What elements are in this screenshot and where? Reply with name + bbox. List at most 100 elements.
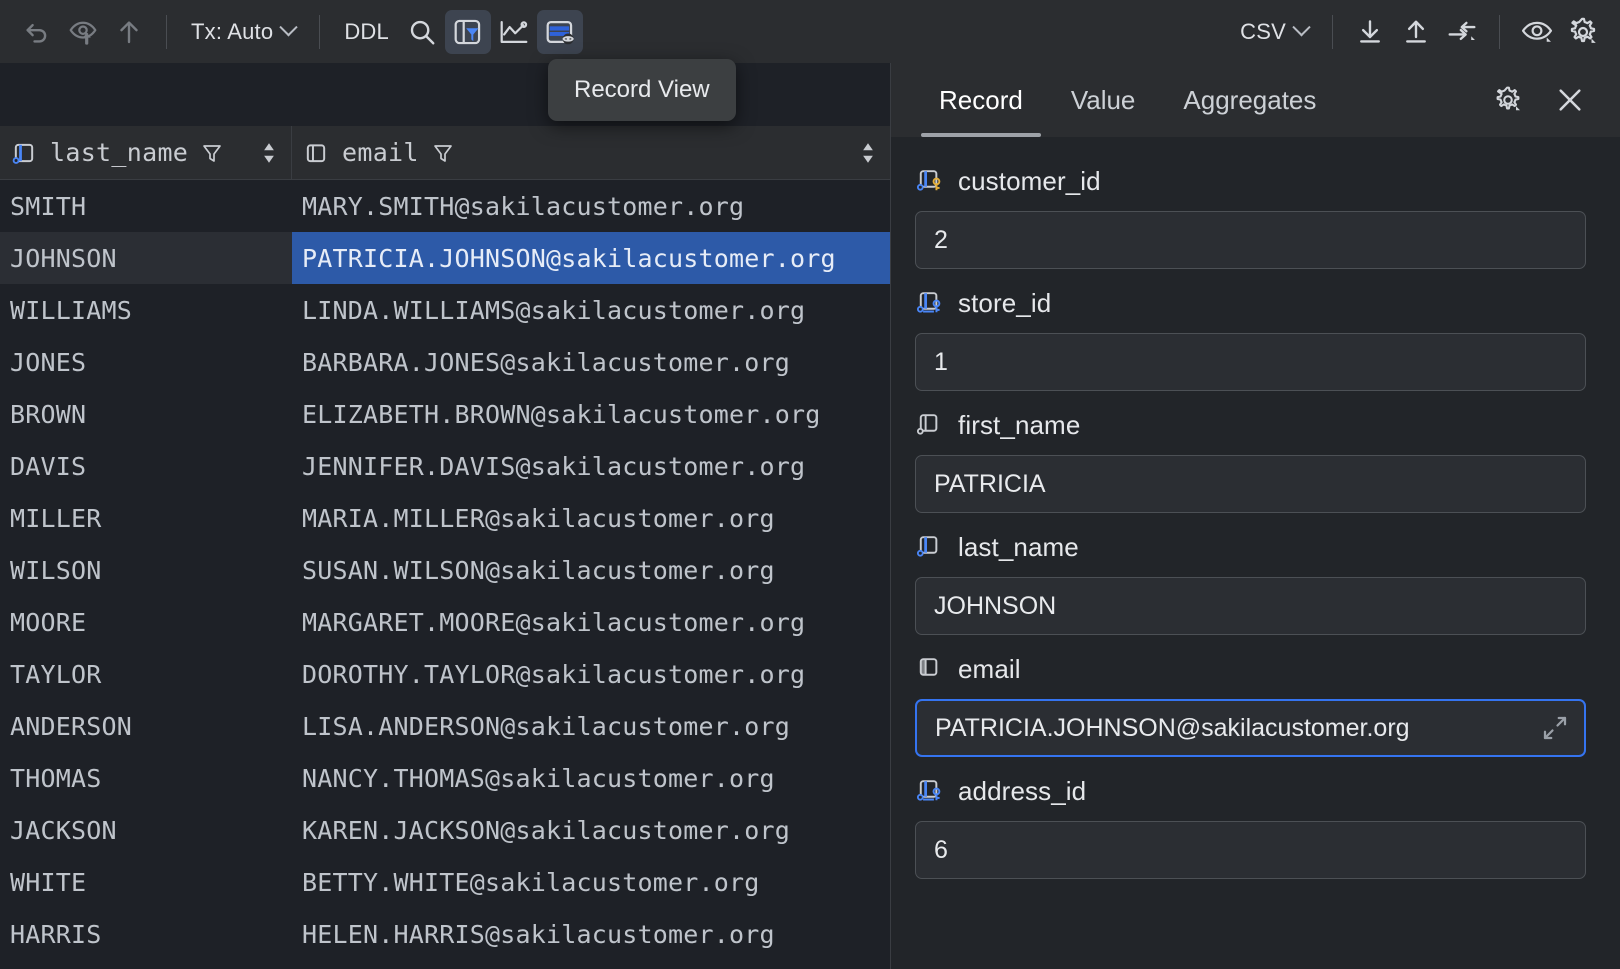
record-panel-tabbar: Record Value Aggregates bbox=[891, 63, 1620, 137]
cell-email[interactable]: KAREN.JACKSON@sakilacustomer.org bbox=[292, 804, 890, 856]
table-row[interactable]: SMITHMARY.SMITH@sakilacustomer.org bbox=[0, 180, 890, 232]
record-field-input-address-id[interactable]: 6 bbox=[915, 821, 1586, 879]
cell-email[interactable]: LINDA.WILLIAMS@sakilacustomer.org bbox=[292, 284, 890, 336]
table-row[interactable]: BROWNELIZABETH.BROWN@sakilacustomer.org bbox=[0, 388, 890, 440]
revert-changes-icon[interactable] bbox=[60, 10, 106, 54]
cell-last-name[interactable]: JONES bbox=[0, 336, 292, 388]
cell-last-name[interactable]: THOMAS bbox=[0, 752, 292, 804]
record-field-input-customer-id[interactable]: 2 bbox=[915, 211, 1586, 269]
main-toolbar: Tx: Auto DDL bbox=[0, 0, 1620, 63]
record-field-value: PATRICIA bbox=[934, 470, 1046, 499]
ddl-button[interactable]: DDL bbox=[334, 10, 399, 54]
cell-email[interactable]: JENNIFER.DAVIS@sakilacustomer.org bbox=[292, 440, 890, 492]
record-field-value: 6 bbox=[934, 836, 948, 865]
record-field-input-last-name[interactable]: JOHNSON bbox=[915, 577, 1586, 635]
tab-aggregates[interactable]: Aggregates bbox=[1159, 63, 1340, 137]
cell-email[interactable]: HELEN.HARRIS@sakilacustomer.org bbox=[292, 908, 890, 960]
submit-changes-button[interactable] bbox=[106, 10, 152, 54]
expand-editor-icon[interactable] bbox=[1540, 713, 1570, 743]
table-row[interactable]: ANDERSONLISA.ANDERSON@sakilacustomer.org bbox=[0, 700, 890, 752]
cell-last-name[interactable]: WILLIAMS bbox=[0, 284, 292, 336]
column-icon bbox=[915, 410, 945, 440]
cell-email[interactable]: NANCY.THOMAS@sakilacustomer.org bbox=[292, 752, 890, 804]
cell-email[interactable]: MARGARET.MOORE@sakilacustomer.org bbox=[292, 596, 890, 648]
cell-email[interactable]: ELIZABETH.BROWN@sakilacustomer.org bbox=[292, 388, 890, 440]
table-row[interactable]: HARRISHELEN.HARRIS@sakilacustomer.org bbox=[0, 908, 890, 960]
export-format-dropdown[interactable]: CSV bbox=[1230, 10, 1318, 54]
sort-toggle-icon[interactable] bbox=[858, 140, 878, 166]
cell-email[interactable]: BETTY.WHITE@sakilacustomer.org bbox=[292, 856, 890, 908]
table-row[interactable]: WILSONSUSAN.WILSON@sakilacustomer.org bbox=[0, 544, 890, 596]
record-field-input-email[interactable]: PATRICIA.JOHNSON@sakilacustomer.org bbox=[915, 699, 1586, 757]
cell-last-name[interactable]: WHITE bbox=[0, 856, 292, 908]
cell-last-name[interactable]: HARRIS bbox=[0, 908, 292, 960]
cell-last-name[interactable]: MOORE bbox=[0, 596, 292, 648]
cell-last-name[interactable]: BROWN bbox=[0, 388, 292, 440]
tab-label: Record bbox=[939, 85, 1023, 116]
settings-gear-icon[interactable] bbox=[1560, 10, 1606, 54]
record-field-label-row: address_id bbox=[915, 767, 1586, 815]
close-icon[interactable] bbox=[1548, 78, 1592, 122]
filter-funnel-icon[interactable] bbox=[431, 141, 455, 165]
cell-email[interactable]: LISA.ANDERSON@sakilacustomer.org bbox=[292, 700, 890, 752]
record-field-input-first-name[interactable]: PATRICIA bbox=[915, 455, 1586, 513]
cell-email[interactable]: MARY.SMITH@sakilacustomer.org bbox=[292, 180, 890, 232]
cell-email[interactable]: SUSAN.WILSON@sakilacustomer.org bbox=[292, 544, 890, 596]
tab-record[interactable]: Record bbox=[915, 63, 1047, 137]
cell-email[interactable]: BARBARA.JONES@sakilacustomer.org bbox=[292, 336, 890, 388]
cell-last-name[interactable]: ANDERSON bbox=[0, 700, 292, 752]
record-view-button[interactable] bbox=[537, 10, 583, 54]
table-row[interactable]: JOHNSONPATRICIA.JOHNSON@sakilacustomer.o… bbox=[0, 232, 890, 284]
record-field-name: address_id bbox=[958, 776, 1086, 807]
transaction-mode-dropdown[interactable]: Tx: Auto bbox=[181, 10, 305, 54]
table-row[interactable]: MILLERMARIA.MILLER@sakilacustomer.org bbox=[0, 492, 890, 544]
cell-last-name[interactable]: DAVIS bbox=[0, 440, 292, 492]
record-field-value: PATRICIA.JOHNSON@sakilacustomer.org bbox=[935, 714, 1410, 743]
database-grid-window: Tx: Auto DDL bbox=[0, 0, 1620, 969]
record-field-name: last_name bbox=[958, 532, 1079, 563]
data-grid-pane: last_name bbox=[0, 63, 890, 969]
table-row[interactable]: TAYLORDOROTHY.TAYLOR@sakilacustomer.org bbox=[0, 648, 890, 700]
cell-email[interactable]: PATRICIA.JOHNSON@sakilacustomer.org bbox=[292, 232, 890, 284]
record-view-tooltip: Record View bbox=[548, 59, 736, 121]
table-row[interactable]: JACKSONKAREN.JACKSON@sakilacustomer.org bbox=[0, 804, 890, 856]
tab-value[interactable]: Value bbox=[1047, 63, 1160, 137]
grid-top-strip bbox=[0, 63, 890, 126]
table-row[interactable]: WILLIAMSLINDA.WILLIAMS@sakilacustomer.or… bbox=[0, 284, 890, 336]
cell-last-name[interactable]: MILLER bbox=[0, 492, 292, 544]
record-field: store_id 1 bbox=[915, 279, 1586, 391]
grid-rows-container[interactable]: SMITHMARY.SMITH@sakilacustomer.orgJOHNSO… bbox=[0, 180, 890, 969]
download-icon[interactable] bbox=[1347, 10, 1393, 54]
record-field-name: customer_id bbox=[958, 166, 1101, 197]
cell-last-name[interactable]: SMITH bbox=[0, 180, 292, 232]
cell-last-name[interactable]: JACKSON bbox=[0, 804, 292, 856]
cell-last-name[interactable]: JOHNSON bbox=[0, 232, 292, 284]
record-field-input-store-id[interactable]: 1 bbox=[915, 333, 1586, 391]
record-panel-settings-gear-icon[interactable] bbox=[1486, 78, 1530, 122]
chevron-down-icon bbox=[1292, 18, 1310, 36]
cell-last-name[interactable]: TAYLOR bbox=[0, 648, 292, 700]
undo-button[interactable] bbox=[14, 10, 60, 54]
table-row[interactable]: DAVISJENNIFER.DAVIS@sakilacustomer.org bbox=[0, 440, 890, 492]
search-icon[interactable] bbox=[399, 10, 445, 54]
upload-icon[interactable] bbox=[1393, 10, 1439, 54]
table-row[interactable]: JONESBARBARA.JONES@sakilacustomer.org bbox=[0, 336, 890, 388]
cell-last-name[interactable]: WILSON bbox=[0, 544, 292, 596]
column-header-email[interactable]: email bbox=[292, 126, 890, 179]
table-row[interactable]: WHITEBETTY.WHITE@sakilacustomer.org bbox=[0, 856, 890, 908]
chart-view-button[interactable] bbox=[491, 10, 537, 54]
column-header-label: last_name bbox=[50, 138, 188, 167]
cell-email[interactable]: DOROTHY.TAYLOR@sakilacustomer.org bbox=[292, 648, 890, 700]
cell-email[interactable]: MARIA.MILLER@sakilacustomer.org bbox=[292, 492, 890, 544]
sort-toggle-icon[interactable] bbox=[259, 140, 279, 166]
filter-funnel-icon[interactable] bbox=[200, 141, 224, 165]
column-header-last-name[interactable]: last_name bbox=[0, 126, 292, 179]
column-indexed-icon bbox=[10, 139, 38, 167]
view-options-eye-icon[interactable] bbox=[1514, 10, 1560, 54]
table-row[interactable]: THOMASNANCY.THOMAS@sakilacustomer.org bbox=[0, 752, 890, 804]
toolbar-divider-4 bbox=[1499, 15, 1500, 49]
compare-data-icon[interactable] bbox=[1439, 10, 1485, 54]
table-row[interactable]: MOOREMARGARET.MOORE@sakilacustomer.org bbox=[0, 596, 890, 648]
record-field-name: store_id bbox=[958, 288, 1051, 319]
filter-toggle-button[interactable] bbox=[445, 10, 491, 54]
